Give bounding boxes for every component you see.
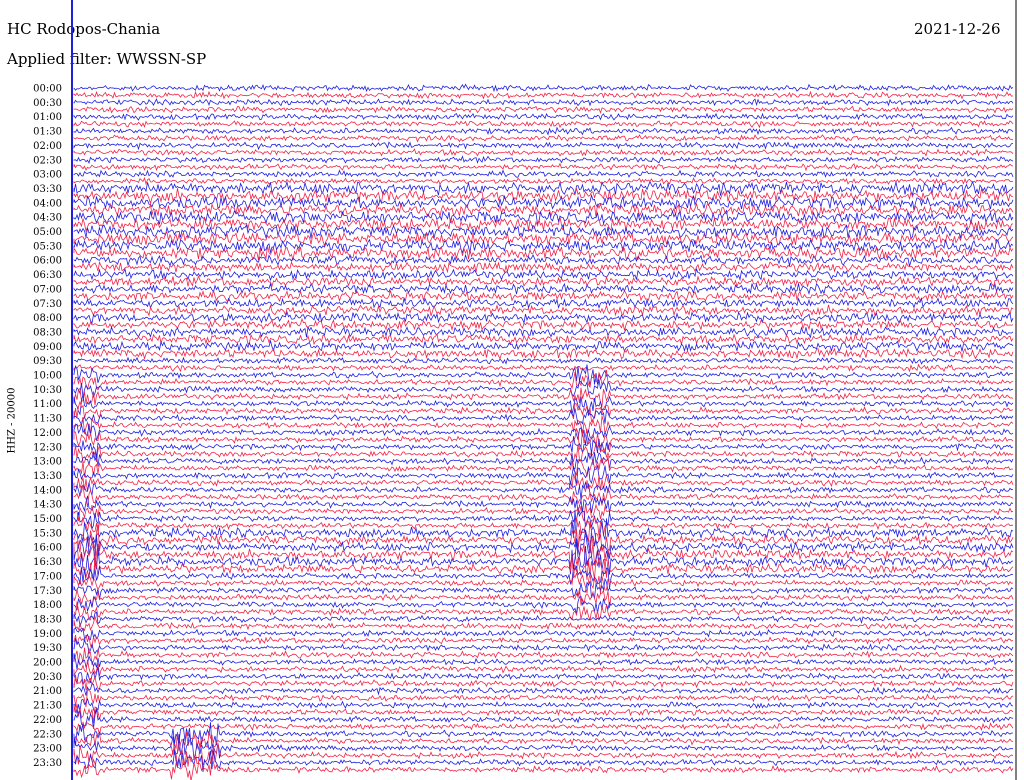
time-tick-label: 02:30 — [33, 155, 62, 166]
seismic-trace-line — [73, 155, 1014, 164]
time-tick-label: 06:30 — [33, 270, 62, 281]
seismic-trace-line — [73, 134, 1014, 143]
seismic-trace-line — [73, 423, 1014, 446]
time-tick-label: 10:00 — [33, 371, 62, 382]
time-ticks: 00:00 00:30 01:00 01:30 02:00 02:30 03:00 03:30… — [33, 84, 62, 769]
time-tick-label: 12:30 — [33, 442, 62, 453]
seismic-trace-line — [73, 141, 1014, 151]
seismic-trace-line — [73, 176, 1014, 186]
seismic-trace-line — [73, 105, 1014, 114]
time-tick-label: 23:30 — [33, 758, 62, 769]
time-tick-label: 07:30 — [33, 299, 62, 310]
seismic-trace-line — [73, 297, 1014, 310]
seismic-trace-line — [73, 83, 1014, 93]
seismic-trace-line — [73, 126, 1014, 136]
helicorder-plot: 00:00 00:30 01:00 01:30 02:00 02:30 03:00 03:30… — [33, 0, 1017, 780]
seismic-trace-line — [73, 317, 1014, 332]
time-tick-label: 22:00 — [33, 715, 62, 726]
time-tick-label: 13:30 — [33, 471, 62, 482]
seismic-trace-line — [73, 223, 1014, 240]
time-tick-label: 04:00 — [33, 198, 62, 209]
seismic-trace-line — [73, 634, 1014, 649]
time-tick-label: 02:00 — [33, 141, 62, 152]
time-tick-label: 15:00 — [33, 514, 62, 525]
seismic-trace-line — [73, 347, 1014, 361]
seismic-trace-line — [73, 503, 1014, 522]
time-tick-label: 18:30 — [33, 614, 62, 625]
time-tick-label: 14:00 — [33, 485, 62, 496]
seismic-trace-line — [73, 363, 1014, 373]
seismic-trace-line — [73, 408, 1014, 426]
time-tick-label: 21:00 — [33, 686, 62, 697]
seismic-trace-line — [73, 339, 1014, 353]
seismic-traces — [73, 83, 1014, 780]
time-tick-label: 08:30 — [33, 327, 62, 338]
time-tick-label: 23:00 — [33, 744, 62, 755]
seismic-trace-line — [73, 722, 1014, 749]
time-tick-label: 09:00 — [33, 342, 62, 353]
time-tick-label: 03:30 — [33, 184, 62, 195]
seismic-trace-line — [73, 120, 1014, 129]
time-tick-label: 21:30 — [33, 701, 62, 712]
seismic-trace-line — [73, 90, 1014, 100]
time-tick-label: 01:00 — [33, 112, 62, 123]
seismic-trace-line — [73, 683, 1013, 696]
seismic-trace-line — [73, 627, 1014, 641]
seismic-trace-line — [73, 148, 1014, 157]
seismic-trace-line — [73, 253, 1014, 267]
time-tick-label: 22:30 — [33, 729, 62, 740]
time-tick-label: 11:00 — [33, 399, 62, 410]
time-tick-label: 05:00 — [33, 227, 62, 238]
time-tick-label: 00:00 — [33, 84, 62, 95]
time-tick-label: 19:00 — [33, 629, 62, 640]
time-tick-label: 19:30 — [33, 643, 62, 654]
seismic-trace-line — [73, 539, 1014, 570]
seismic-trace-line — [73, 260, 1014, 274]
time-tick-label: 01:30 — [33, 127, 62, 138]
time-tick-label: 05:30 — [33, 241, 62, 252]
time-tick-label: 11:30 — [33, 414, 62, 425]
seismic-trace-line — [73, 289, 1014, 303]
time-tick-label: 14:30 — [33, 500, 62, 511]
seismic-trace-line — [73, 653, 1014, 670]
seismic-trace-line — [73, 98, 1014, 107]
time-tick-label: 15:30 — [33, 528, 62, 539]
time-tick-label: 06:00 — [33, 256, 62, 267]
seismic-trace-line — [73, 169, 1014, 178]
time-tick-label: 18:00 — [33, 600, 62, 611]
time-tick-label: 08:00 — [33, 313, 62, 324]
seismic-trace-line — [73, 356, 1014, 365]
time-tick-label: 04:30 — [33, 213, 62, 224]
time-tick-label: 13:00 — [33, 457, 62, 468]
time-tick-label: 10:30 — [33, 385, 62, 396]
time-tick-label: 17:00 — [33, 571, 62, 582]
time-tick-label: 12:00 — [33, 428, 62, 439]
time-tick-label: 16:00 — [33, 543, 62, 554]
time-tick-label: 16:30 — [33, 557, 62, 568]
time-tick-label: 20:00 — [33, 658, 62, 669]
time-tick-label: 00:30 — [33, 98, 62, 109]
time-tick-label: 07:00 — [33, 284, 62, 295]
time-tick-label: 09:30 — [33, 356, 62, 367]
time-tick-label: 03:00 — [33, 170, 62, 181]
time-tick-label: 17:30 — [33, 586, 62, 597]
time-tick-label: 20:30 — [33, 672, 62, 683]
seismic-trace-line — [73, 267, 1014, 282]
seismic-trace-line — [73, 112, 1014, 121]
seismic-trace-line — [73, 703, 1014, 724]
seismic-trace-line — [73, 162, 1014, 172]
